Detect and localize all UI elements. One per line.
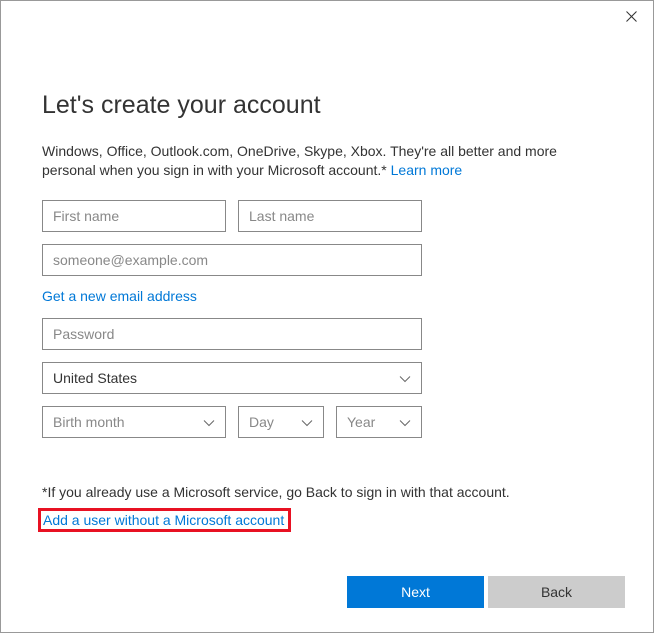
dialog-window: Let's create your account Windows, Offic… [0, 0, 654, 633]
email-input[interactable] [42, 244, 422, 276]
country-value: United States [53, 370, 137, 386]
first-name-input[interactable] [42, 200, 226, 232]
next-button[interactable]: Next [347, 576, 484, 608]
description-body: Windows, Office, Outlook.com, OneDrive, … [42, 143, 557, 178]
form-section: Get a new email address United States Bi… [42, 200, 612, 438]
birth-month-select[interactable]: Birth month [42, 406, 226, 438]
chevron-down-icon [301, 414, 313, 430]
titlebar [1, 1, 653, 31]
close-button[interactable] [623, 8, 639, 24]
learn-more-link[interactable]: Learn more [391, 162, 463, 178]
country-row: United States [42, 362, 612, 394]
birth-month-placeholder: Birth month [53, 414, 125, 430]
chevron-down-icon [399, 414, 411, 430]
last-name-input[interactable] [238, 200, 422, 232]
new-email-link[interactable]: Get a new email address [42, 288, 612, 304]
password-row [42, 318, 612, 350]
content-area: Let's create your account Windows, Offic… [1, 31, 653, 532]
country-select[interactable]: United States [42, 362, 422, 394]
description-text: Windows, Office, Outlook.com, OneDrive, … [42, 142, 612, 180]
birth-year-select[interactable]: Year [336, 406, 422, 438]
birth-year-placeholder: Year [347, 414, 375, 430]
email-row [42, 244, 612, 276]
password-input[interactable] [42, 318, 422, 350]
birthdate-row: Birth month Day Year [42, 406, 612, 438]
close-icon [626, 11, 637, 22]
chevron-down-icon [399, 370, 411, 386]
name-row [42, 200, 612, 232]
page-title: Let's create your account [42, 91, 612, 120]
button-bar: Next Back [347, 576, 625, 608]
chevron-down-icon [203, 414, 215, 430]
back-button[interactable]: Back [488, 576, 625, 608]
footnote-text: *If you already use a Microsoft service,… [42, 484, 612, 500]
birth-day-placeholder: Day [249, 414, 274, 430]
birth-day-select[interactable]: Day [238, 406, 324, 438]
add-user-without-ms-link[interactable]: Add a user without a Microsoft account [38, 508, 291, 532]
